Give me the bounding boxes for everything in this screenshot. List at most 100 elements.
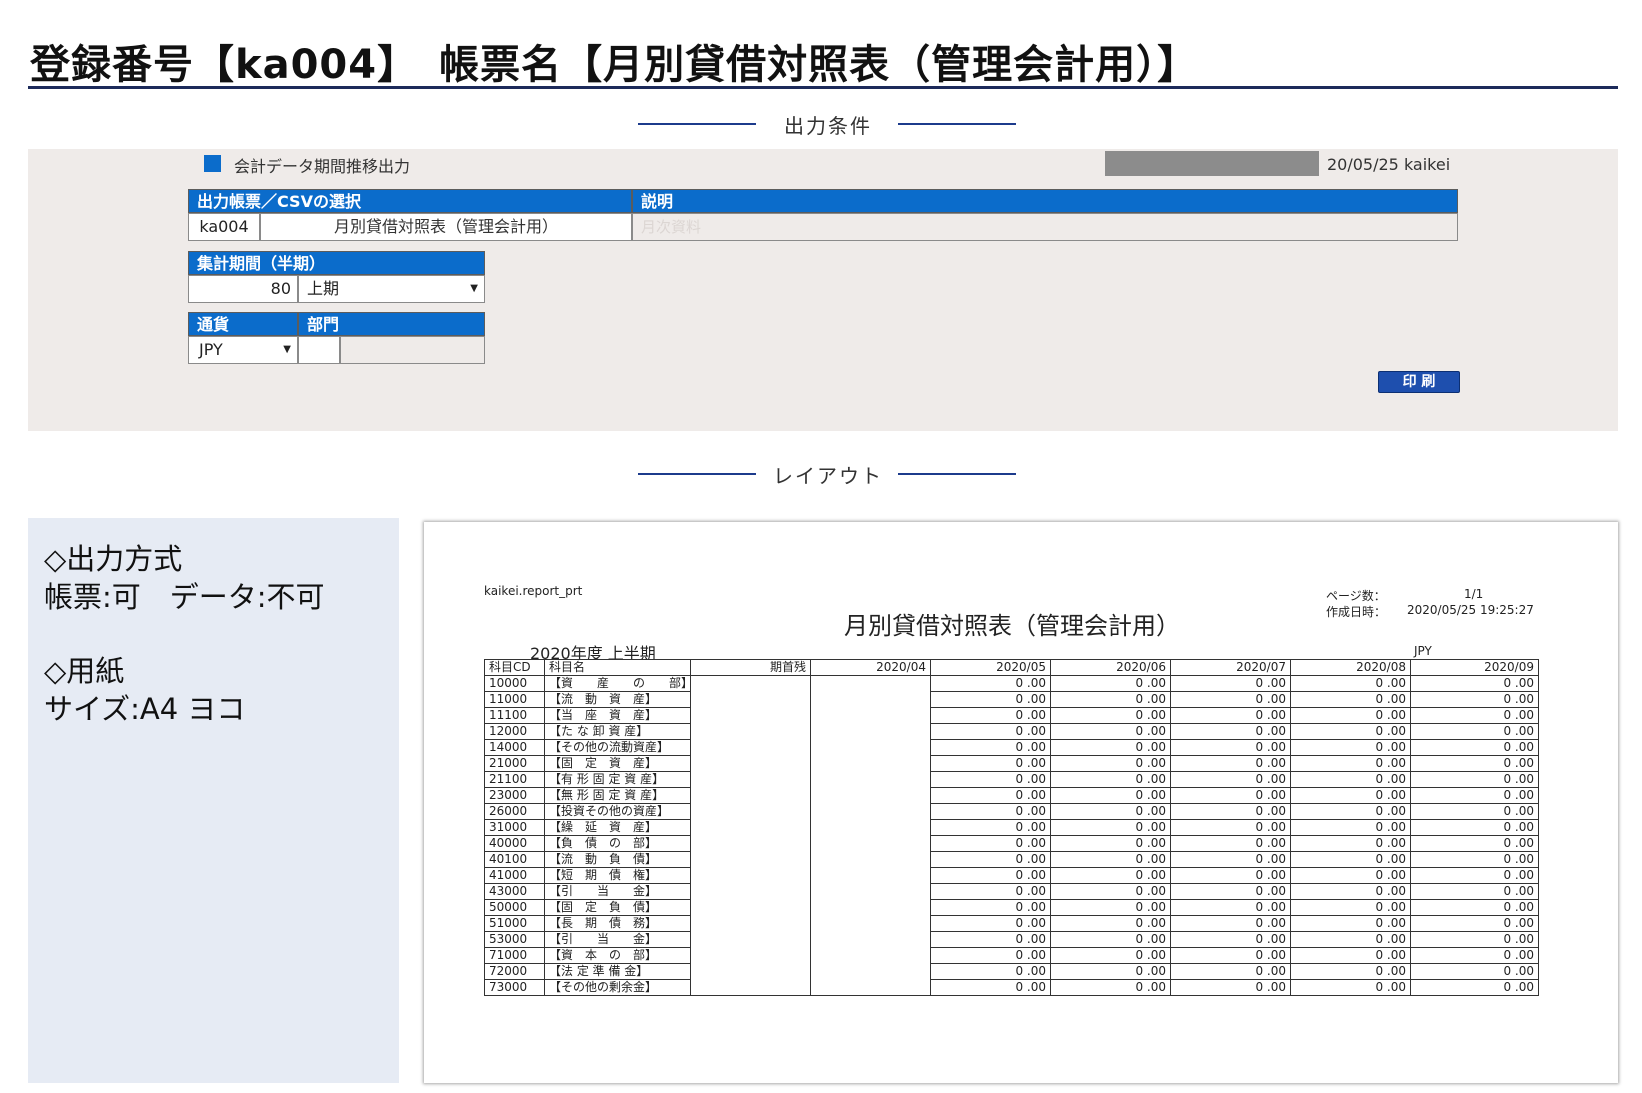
report-title: 月別貸借対照表（管理会計用） xyxy=(844,612,1180,640)
amount-cell: 0 .00 xyxy=(1170,819,1291,836)
account-name-cell: 【投資その他の資産】 xyxy=(544,803,691,820)
table-row: 23000 【無 形 固 定 資 産】 0 .00 0 .00 0 .00 0 .00 0 … xyxy=(484,787,1539,804)
amount-cell: 0 .00 xyxy=(1290,771,1411,788)
period-number-input[interactable]: 80 xyxy=(188,275,298,303)
report-preview-frame: kaikei.report_prt ページ数： 1/1 作成日時： 2020/0… xyxy=(424,522,1618,1083)
amount-cell: 0 .00 xyxy=(1170,851,1291,868)
amount-cell xyxy=(810,835,931,852)
department-input[interactable] xyxy=(298,336,340,364)
amount-cell xyxy=(810,867,931,884)
report-program-name: kaikei.report_prt xyxy=(484,584,583,598)
output-method-value: 帳票:可 データ:不可 xyxy=(44,580,325,614)
table-row: 14000 【その他の流動資産】 0 .00 0 .00 0 .00 0 .00 0 .00 xyxy=(484,739,1539,756)
amount-cell: 0 .00 xyxy=(1170,883,1291,900)
report-table: 科目CD 科目名 期首残 2020/04 2020/05 2020/06 2020/07 20… xyxy=(484,659,1539,996)
amount-cell: 0 .00 xyxy=(1290,867,1411,884)
table-row: 43000 【引 当 金】 0 .00 0 .00 0 .00 0 .00 0 .00 xyxy=(484,883,1539,900)
amount-cell xyxy=(810,755,931,772)
amount-cell xyxy=(810,787,931,804)
amount-cell xyxy=(810,691,931,708)
amount-cell: 0 .00 xyxy=(1290,899,1411,916)
report-column-header: 2020/06 xyxy=(1050,659,1171,676)
report-name-cell[interactable]: 月別貸借対照表（管理会計用） xyxy=(260,213,632,241)
amount-cell: 0 .00 xyxy=(1290,739,1411,756)
amount-cell xyxy=(690,915,811,932)
paper-value: サイズ:A4 ヨコ xyxy=(44,692,246,726)
page-title: 登録番号【ka004】 帳票名【月別貸借対照表（管理会計用）】 xyxy=(30,42,1199,88)
amount-cell xyxy=(690,883,811,900)
amount-cell: 0 .00 xyxy=(1290,803,1411,820)
account-name-cell: 【無 形 固 定 資 産】 xyxy=(544,787,691,804)
amount-cell: 0 .00 xyxy=(1410,675,1539,692)
amount-cell: 0 .00 xyxy=(1290,979,1411,996)
amount-cell: 0 .00 xyxy=(930,899,1051,916)
section-line-right xyxy=(898,473,1016,475)
account-name-cell: 【流 動 負 債】 xyxy=(544,851,691,868)
amount-cell: 0 .00 xyxy=(930,803,1051,820)
amount-cell: 0 .00 xyxy=(930,963,1051,980)
table-row: 12000 【た な 卸 資 産】 0 .00 0 .00 0 .00 0 .00 0 .0… xyxy=(484,723,1539,740)
amount-cell: 0 .00 xyxy=(930,867,1051,884)
description-cell: 月次資料 xyxy=(632,213,1458,241)
amount-cell xyxy=(690,867,811,884)
section-line-right xyxy=(898,123,1016,125)
amount-cell: 0 .00 xyxy=(1410,691,1539,708)
amount-cell xyxy=(690,947,811,964)
account-code-cell: 21000 xyxy=(484,755,545,772)
amount-cell xyxy=(690,739,811,756)
account-code-cell: 50000 xyxy=(484,899,545,916)
amount-cell: 0 .00 xyxy=(1170,915,1291,932)
amount-cell: 0 .00 xyxy=(1290,915,1411,932)
report-select-header: 出力帳票／CSVの選択 xyxy=(188,189,632,213)
account-name-cell: 【法 定 準 備 金】 xyxy=(544,963,691,980)
amount-cell xyxy=(690,931,811,948)
amount-cell xyxy=(690,835,811,852)
print-button[interactable]: 印 刷 xyxy=(1378,371,1460,393)
account-code-cell: 71000 xyxy=(484,947,545,964)
amount-cell: 0 .00 xyxy=(1410,867,1539,884)
amount-cell xyxy=(810,819,931,836)
amount-cell: 0 .00 xyxy=(1170,771,1291,788)
amount-cell: 0 .00 xyxy=(1410,931,1539,948)
amount-cell: 0 .00 xyxy=(1170,947,1291,964)
table-row: 53000 【引 当 金】 0 .00 0 .00 0 .00 0 .00 0 .00 xyxy=(484,931,1539,948)
amount-cell: 0 .00 xyxy=(1410,979,1539,996)
amount-cell: 0 .00 xyxy=(1050,851,1171,868)
amount-cell: 0 .00 xyxy=(1290,963,1411,980)
amount-cell xyxy=(690,771,811,788)
amount-cell: 0 .00 xyxy=(1050,803,1171,820)
account-name-cell: 【た な 卸 資 産】 xyxy=(544,723,691,740)
account-name-cell: 【固 定 資 産】 xyxy=(544,755,691,772)
amount-cell xyxy=(810,979,931,996)
period-header: 集計期間（半期） xyxy=(188,251,485,275)
amount-cell: 0 .00 xyxy=(930,819,1051,836)
amount-cell: 0 .00 xyxy=(930,851,1051,868)
amount-cell xyxy=(810,803,931,820)
report-column-header: 期首残 xyxy=(690,659,811,676)
report-code-cell[interactable]: ka004 xyxy=(188,213,260,241)
account-name-cell: 【固 定 負 債】 xyxy=(544,899,691,916)
amount-cell xyxy=(690,979,811,996)
amount-cell: 0 .00 xyxy=(1170,707,1291,724)
output-method-title: ◇出力方式 xyxy=(44,542,183,576)
account-code-cell: 11000 xyxy=(484,691,545,708)
amount-cell: 0 .00 xyxy=(1170,691,1291,708)
amount-cell: 0 .00 xyxy=(930,675,1051,692)
info-panel: ◇出力方式 帳票:可 データ:不可 ◇用紙 サイズ:A4 ヨコ xyxy=(28,518,399,1083)
amount-cell: 0 .00 xyxy=(1410,739,1539,756)
report-column-header: 2020/09 xyxy=(1410,659,1539,676)
page-count-value: 1/1 xyxy=(1464,587,1484,601)
table-row: 40100 【流 動 負 債】 0 .00 0 .00 0 .00 0 .00 0 .00 xyxy=(484,851,1539,868)
amount-cell: 0 .00 xyxy=(1170,675,1291,692)
period-select[interactable]: 上期 ▼ xyxy=(298,275,485,303)
user-field-masked xyxy=(1105,151,1319,176)
report-column-header: 2020/08 xyxy=(1290,659,1411,676)
currency-select[interactable]: JPY ▼ xyxy=(188,336,298,364)
amount-cell: 0 .00 xyxy=(1290,691,1411,708)
table-row: 50000 【固 定 負 債】 0 .00 0 .00 0 .00 0 .00 0 .00 xyxy=(484,899,1539,916)
amount-cell: 0 .00 xyxy=(1170,739,1291,756)
amount-cell xyxy=(810,723,931,740)
amount-cell: 0 .00 xyxy=(1050,947,1171,964)
account-code-cell: 41000 xyxy=(484,867,545,884)
amount-cell: 0 .00 xyxy=(1170,979,1291,996)
